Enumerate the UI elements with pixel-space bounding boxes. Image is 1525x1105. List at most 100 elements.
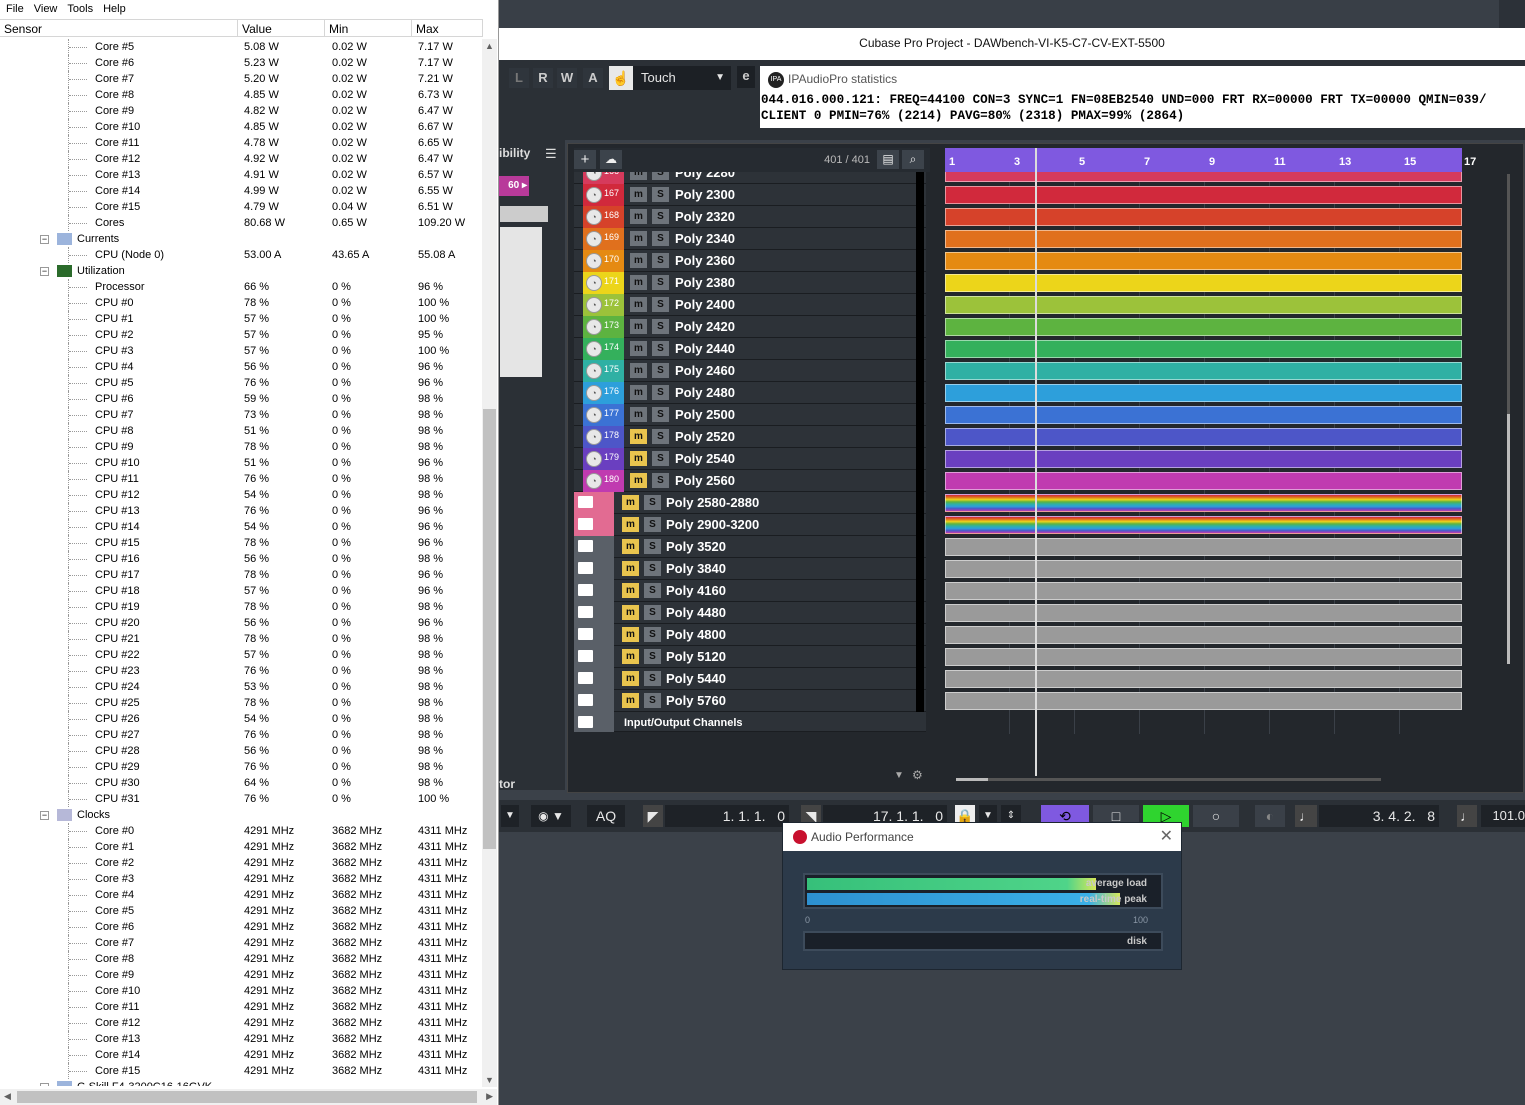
sensor-row[interactable]: Core #13 4.91 W 0.02 W 6.57 W	[0, 167, 480, 183]
instrument-track[interactable]: ◔ 169 m S Poly 2340	[574, 228, 926, 250]
sensor-row[interactable]: Core #3 4291 MHz 3682 MHz 4311 MHz	[0, 871, 480, 887]
sensor-row[interactable]: Core #1 4291 MHz 3682 MHz 4311 MHz	[0, 839, 480, 855]
sensor-group[interactable]: − Utilization	[0, 263, 480, 279]
instrument-icon[interactable]: ◔	[586, 407, 602, 423]
chevron-down-icon[interactable]: ▼	[894, 770, 904, 781]
vertical-scroll-track[interactable]	[1507, 174, 1510, 664]
sensor-group[interactable]: − Clocks	[0, 807, 480, 823]
sensor-row[interactable]: CPU #23 76 % 0 % 98 %	[0, 663, 480, 679]
instrument-track[interactable]: ◔ 172 m S Poly 2400	[574, 294, 926, 316]
aq-button[interactable]: AQ	[587, 805, 625, 827]
folder-track[interactable]: m S Poly 2580-2880	[574, 492, 926, 514]
midi-event[interactable]	[945, 472, 1462, 490]
sensor-row[interactable]: CPU #11 76 % 0 % 98 %	[0, 471, 480, 487]
folder-icon[interactable]	[578, 628, 593, 640]
add-track-button[interactable]: +	[574, 150, 596, 169]
col-min[interactable]: Min	[325, 20, 412, 37]
suspend-icon[interactable]: e	[737, 66, 755, 88]
solo-button[interactable]: S	[652, 473, 669, 488]
scroll-down-icon[interactable]: ▼	[485, 1075, 494, 1085]
midi-event[interactable]	[945, 450, 1462, 468]
solo-button[interactable]: S	[652, 253, 669, 268]
midi-event[interactable]	[945, 428, 1462, 446]
collapse-icon[interactable]: −	[40, 235, 49, 244]
note-icon[interactable]: ♩	[1295, 805, 1317, 827]
sensor-row[interactable]: CPU #0 78 % 0 % 100 %	[0, 295, 480, 311]
sensor-row[interactable]: Core #6 4291 MHz 3682 MHz 4311 MHz	[0, 919, 480, 935]
automation-read-left[interactable]: L	[509, 68, 529, 88]
automation-w[interactable]: W	[557, 68, 577, 88]
solo-button[interactable]: S	[644, 561, 661, 576]
folder-icon[interactable]	[578, 584, 593, 596]
mute-button[interactable]: m	[630, 473, 647, 488]
scroll-right-icon[interactable]: ▶	[486, 1091, 493, 1102]
folder-track[interactable]: m S Poly 2900-3200	[574, 514, 926, 536]
horizontal-scroll-track[interactable]	[956, 778, 1381, 781]
solo-button[interactable]: S	[652, 319, 669, 334]
folder-track[interactable]: m S Poly 5760	[574, 690, 926, 712]
col-value[interactable]: Value	[238, 20, 325, 37]
sensor-row[interactable]: CPU #13 76 % 0 % 96 %	[0, 503, 480, 519]
instrument-track[interactable]: ◔166mSPoly 2280	[574, 172, 926, 184]
instrument-track[interactable]: ◔ 176 m S Poly 2480	[574, 382, 926, 404]
sensor-row[interactable]: Core #7 4291 MHz 3682 MHz 4311 MHz	[0, 935, 480, 951]
instrument-icon[interactable]: ◔	[586, 473, 602, 489]
sensor-row[interactable]: CPU #28 56 % 0 % 98 %	[0, 743, 480, 759]
sensor-row[interactable]: CPU #31 76 % 0 % 100 %	[0, 791, 480, 807]
folder-track[interactable]: m S Poly 5120	[574, 646, 926, 668]
sensor-row[interactable]: CPU #12 54 % 0 % 98 %	[0, 487, 480, 503]
instrument-icon[interactable]: ◔	[586, 297, 602, 313]
sensor-row[interactable]: Core #15 4.79 W 0.04 W 6.51 W	[0, 199, 480, 215]
close-icon[interactable]: ✕	[1160, 823, 1173, 851]
mute-button[interactable]: m	[622, 627, 639, 642]
sensor-row[interactable]: CPU #17 78 % 0 % 96 %	[0, 567, 480, 583]
tempo-display[interactable]: 101.0	[1481, 805, 1525, 827]
mute-button[interactable]: m	[630, 341, 647, 356]
folder-part[interactable]	[945, 560, 1462, 578]
instrument-icon[interactable]: ◔	[586, 363, 602, 379]
sensor-row[interactable]: Core #14 4291 MHz 3682 MHz 4311 MHz	[0, 1047, 480, 1063]
sensor-row[interactable]: CPU #14 54 % 0 % 96 %	[0, 519, 480, 535]
folder-track[interactable]: m S Poly 3520	[574, 536, 926, 558]
mute-button[interactable]: m	[622, 671, 639, 686]
inspector-track-tab[interactable]: 60 ▸	[499, 176, 529, 196]
sensor-row[interactable]: Core #12 4.92 W 0.02 W 6.47 W	[0, 151, 480, 167]
sensor-row[interactable]: CPU #19 78 % 0 % 98 %	[0, 599, 480, 615]
midi-event[interactable]	[945, 340, 1462, 358]
sensor-row[interactable]: CPU #3 57 % 0 % 100 %	[0, 343, 480, 359]
sensor-horizontal-scrollbar[interactable]: ◀ ▶	[0, 1089, 497, 1105]
sensor-row[interactable]: CPU #6 59 % 0 % 98 %	[0, 391, 480, 407]
instrument-icon[interactable]: ◔	[586, 319, 602, 335]
sensor-row[interactable]: CPU #30 64 % 0 % 98 %	[0, 775, 480, 791]
instrument-track[interactable]: ◔ 167 m S Poly 2300	[574, 184, 926, 206]
mute-button[interactable]: m	[630, 231, 647, 246]
sensor-row[interactable]: CPU #21 78 % 0 % 98 %	[0, 631, 480, 647]
mute-button[interactable]: m	[622, 561, 639, 576]
solo-button[interactable]: S	[652, 275, 669, 290]
folder-track[interactable]: m S Poly 5440	[574, 668, 926, 690]
sensor-row[interactable]: Core #11 4291 MHz 3682 MHz 4311 MHz	[0, 999, 480, 1015]
folder-part[interactable]	[945, 692, 1462, 710]
folder-part[interactable]	[945, 648, 1462, 666]
folder-icon[interactable]	[578, 694, 593, 706]
midi-event[interactable]	[945, 362, 1462, 380]
sensor-row[interactable]: CPU #5 76 % 0 % 96 %	[0, 375, 480, 391]
mute-button[interactable]: m	[630, 187, 647, 202]
sensor-row[interactable]: Core #5 5.08 W 0.02 W 7.17 W	[0, 39, 480, 55]
solo-button[interactable]: S	[652, 385, 669, 400]
solo-button[interactable]: S	[644, 671, 661, 686]
sensor-row[interactable]: Core #14 4.99 W 0.02 W 6.55 W	[0, 183, 480, 199]
sensor-row[interactable]: CPU #18 57 % 0 % 96 %	[0, 583, 480, 599]
solo-button[interactable]: S	[644, 495, 661, 510]
folder-icon[interactable]	[578, 672, 593, 684]
instrument-icon[interactable]: ◔	[586, 451, 602, 467]
sensor-row[interactable]: Core #6 5.23 W 0.02 W 7.17 W	[0, 55, 480, 71]
timeline-ruler[interactable]: 1 3 5 7 9 11 13 15	[945, 148, 1462, 174]
window-control[interactable]	[1499, 0, 1525, 28]
io-channels-folder[interactable]: Input/Output Channels	[574, 712, 926, 732]
midi-event[interactable]	[945, 252, 1462, 270]
mute-button[interactable]: m	[622, 583, 639, 598]
midi-event[interactable]	[945, 186, 1462, 204]
solo-button[interactable]: S	[652, 172, 669, 180]
sensor-row[interactable]: CPU #9 78 % 0 % 98 %	[0, 439, 480, 455]
